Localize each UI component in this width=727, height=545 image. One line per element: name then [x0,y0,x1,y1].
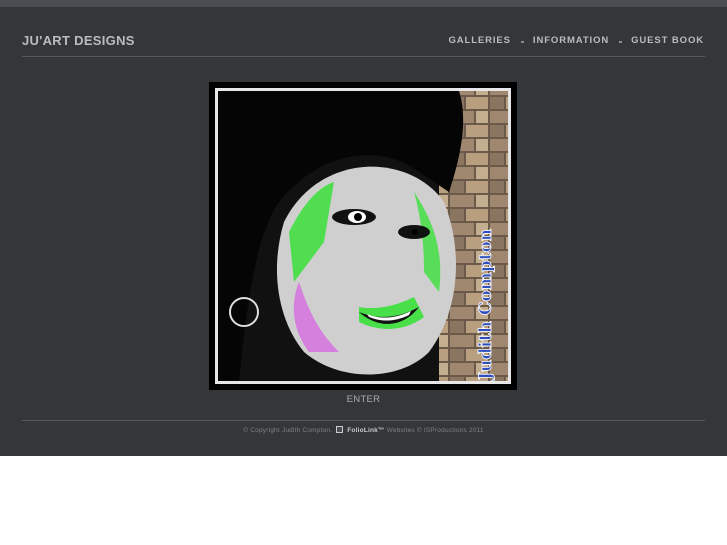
footer-credits: Websites © ISProductions 2011 [386,427,484,434]
nav-separator [520,41,524,43]
site-logo[interactable]: JU'ART DESIGNS [22,33,135,48]
featured-photo[interactable]: Judith Compton [209,82,517,390]
main-nav: GALLERIES INFORMATION GUEST BOOK [448,35,704,46]
site-header: JU'ART DESIGNS GALLERIES INFORMATION GUE… [22,30,705,56]
photo-signature: Judith Compton [476,229,496,382]
foliolink-icon [336,426,344,433]
top-bar [0,0,727,7]
enter-link[interactable]: ENTER [0,394,727,405]
footer: © Copyright Judith Compton. FolioLink™ W… [0,426,727,434]
footer-copyright: © Copyright Judith Compton. [243,427,333,434]
nav-guest-book[interactable]: GUEST BOOK [631,35,704,46]
featured-photo-artwork: Judith Compton [209,82,517,390]
footer-divider [22,420,705,421]
header-divider [22,56,705,57]
page: JU'ART DESIGNS GALLERIES INFORMATION GUE… [0,0,727,456]
nav-information[interactable]: INFORMATION [533,35,609,46]
nav-separator [619,41,623,43]
footer-foliolink-link[interactable]: FolioLink™ [347,427,384,434]
nav-galleries[interactable]: GALLERIES [448,35,510,46]
